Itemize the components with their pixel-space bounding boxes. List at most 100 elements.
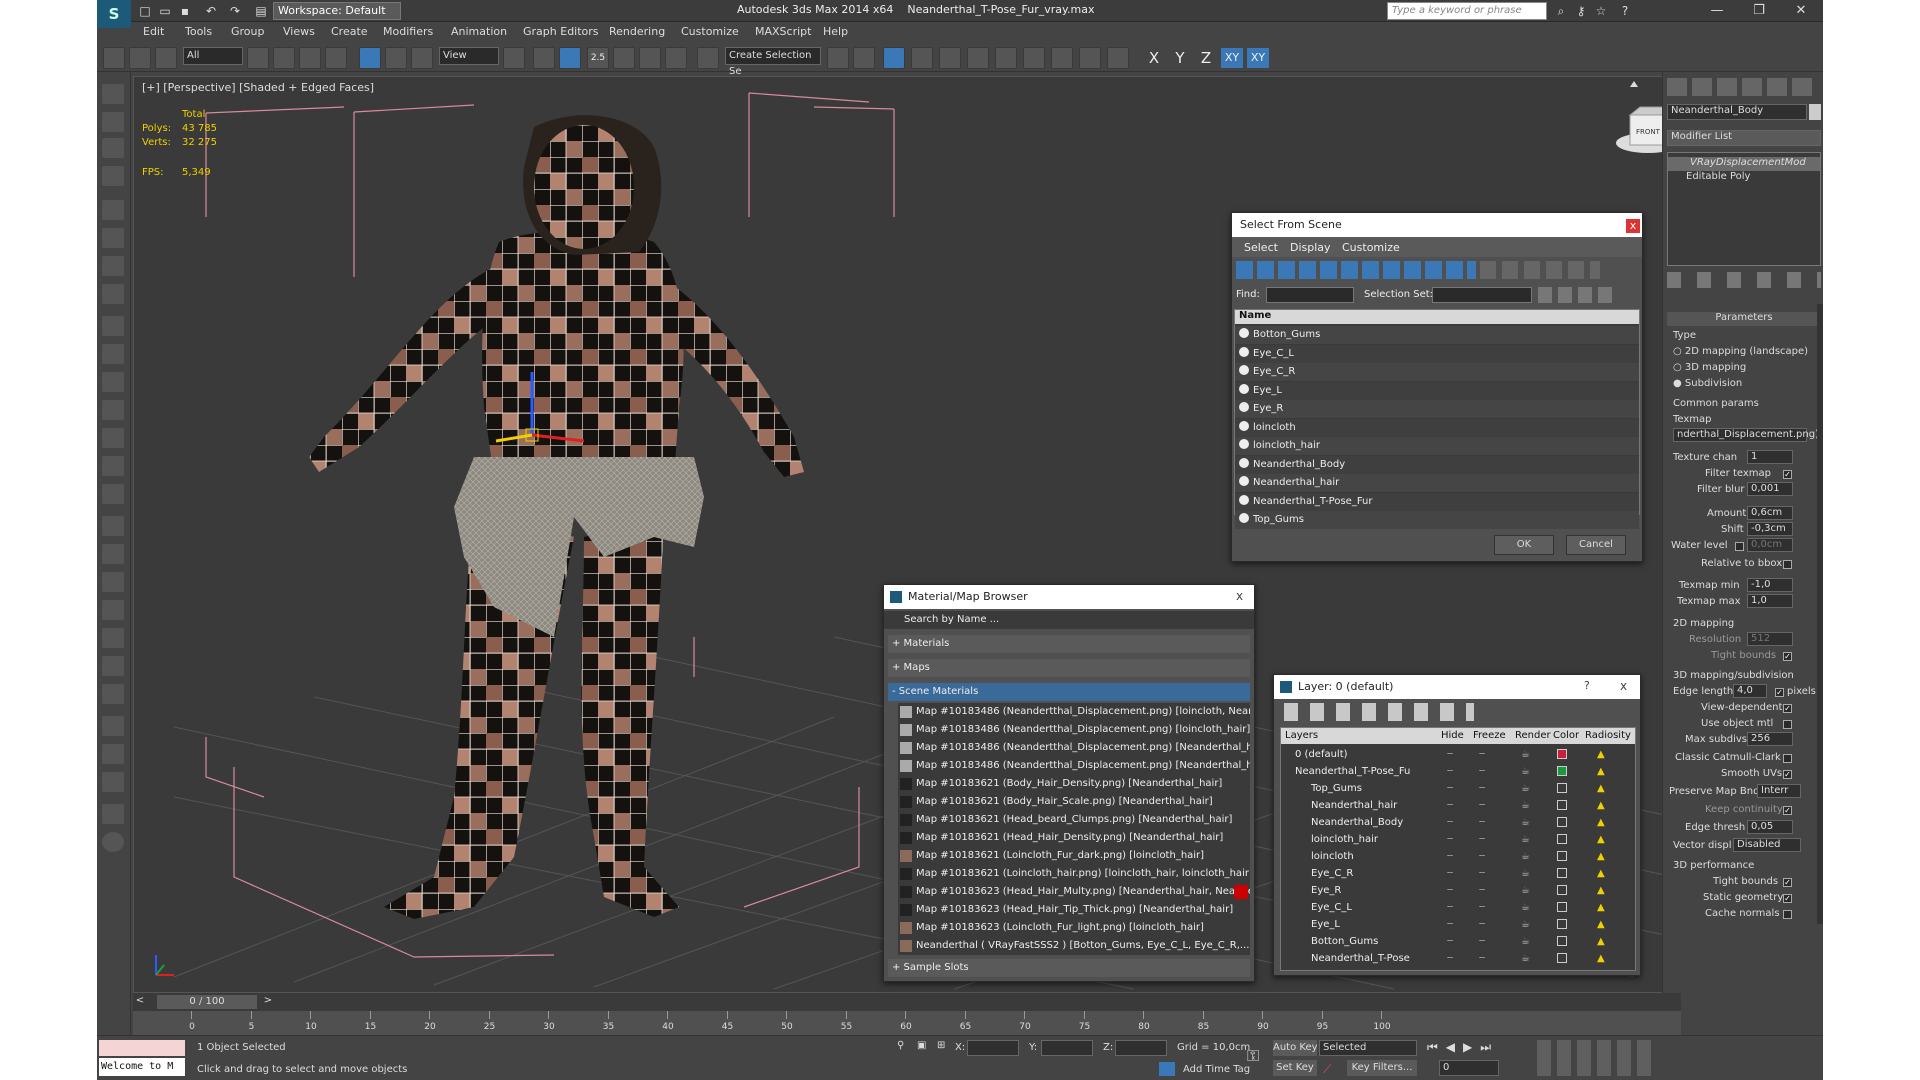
axis-x-button[interactable]: X	[1143, 48, 1165, 68]
auto-key-button[interactable]: Auto Key	[1273, 1040, 1318, 1056]
cloth-icon[interactable]	[102, 572, 124, 592]
cache-normals-checkbox[interactable]	[1783, 910, 1792, 919]
x-coordinate-input[interactable]	[967, 1040, 1019, 1056]
select-and-rotate-icon[interactable]	[385, 47, 407, 69]
hair-icon[interactable]	[102, 656, 124, 676]
layer-row[interactable]: Eye_R ┄ ┄ ☕ ▲	[1281, 882, 1635, 899]
view-dependent-checkbox[interactable]: ✓	[1783, 704, 1792, 713]
freeze-toggle-icon[interactable]: ┄	[1479, 916, 1485, 933]
radiosity-icon[interactable]: ▲	[1597, 950, 1605, 967]
edit-named-selection-icon[interactable]	[697, 47, 719, 69]
smooth-uvs-checkbox[interactable]: ✓	[1783, 770, 1792, 779]
material-item[interactable]: Map #10183623 (Head_Hair_Tip_Thick.png) …	[898, 901, 1250, 919]
ok-button[interactable]: OK	[1494, 535, 1554, 555]
cancel-button[interactable]: Cancel	[1566, 535, 1626, 555]
render-teapot-icon[interactable]: ☕	[1521, 933, 1530, 950]
new-file-icon[interactable]: □	[137, 3, 153, 19]
freeze-toggle-icon[interactable]: ┄	[1479, 882, 1485, 899]
binoculars-icon[interactable]: ⌕	[1553, 3, 1569, 19]
radiosity-icon[interactable]: ▲	[1597, 882, 1605, 899]
axis-xy-cycle-button[interactable]: XY	[1247, 48, 1269, 68]
playback-controls[interactable]: ⏮◀▶⏭	[1427, 1040, 1499, 1055]
layer-row[interactable]: loincloth_hair ┄ ┄ ☕ ▲	[1281, 831, 1635, 848]
render-teapot-icon[interactable]: ☕	[1521, 865, 1530, 882]
selection-set-buttons[interactable]	[1538, 287, 1618, 303]
layer-color-swatch[interactable]	[1557, 817, 1567, 827]
hide-toggle-icon[interactable]: ┄	[1447, 899, 1453, 916]
texmap-max-spinner[interactable]: 1,0	[1747, 594, 1793, 608]
radiosity-icon[interactable]: ▲	[1597, 780, 1605, 797]
modifier-list-dropdown[interactable]: Modifier List	[1667, 130, 1821, 146]
render-teapot-icon[interactable]: ☕	[1521, 746, 1530, 763]
time-tag-icon[interactable]	[1159, 1062, 1175, 1076]
material-item[interactable]: Map #10183486 (Neandertthal_Displacement…	[898, 739, 1250, 757]
close-button[interactable]: x	[1626, 219, 1640, 233]
teapot-icon[interactable]	[102, 400, 124, 420]
reference-coord-dropdown[interactable]: View	[439, 47, 499, 65]
script-icon[interactable]	[102, 804, 124, 824]
layer-color-swatch[interactable]	[1557, 783, 1567, 793]
layer-color-swatch[interactable]	[1557, 766, 1567, 776]
save-icon[interactable]: ▪	[177, 3, 193, 19]
radiosity-icon[interactable]: ▲	[1597, 865, 1605, 882]
helper-icon[interactable]	[102, 256, 124, 276]
layer-row[interactable]: 0 (default) ┄ ┄ ☕ ▲	[1281, 746, 1635, 763]
display-option-buttons[interactable]	[1480, 261, 1600, 279]
select-by-name-icon[interactable]	[273, 47, 295, 69]
render-production-icon[interactable]	[1107, 47, 1129, 69]
freeze-toggle-icon[interactable]: ┄	[1479, 814, 1485, 831]
type-3d-radio[interactable]: ○ 3D mapping	[1673, 362, 1746, 373]
radiosity-icon[interactable]: ▲	[1597, 746, 1605, 763]
type-subdivision-radio[interactable]: ● Subdivision	[1673, 378, 1742, 389]
texmap-button[interactable]: nderthal_Displacement.png)	[1673, 428, 1819, 442]
align-icon[interactable]	[853, 47, 875, 69]
axis-z-button[interactable]: Z	[1195, 48, 1217, 68]
resolution-spinner[interactable]: 512	[1747, 632, 1793, 646]
object-item[interactable]: Eye_L	[1235, 381, 1639, 400]
container-icon[interactable]	[102, 84, 124, 104]
hide-toggle-icon[interactable]: ┄	[1447, 916, 1453, 933]
list-icon[interactable]	[102, 138, 124, 158]
particles-icon[interactable]	[102, 516, 124, 536]
freeze-toggle-icon[interactable]: ┄	[1479, 797, 1485, 814]
render-teapot-icon[interactable]: ☕	[1521, 848, 1530, 865]
menu-display[interactable]: Display	[1290, 241, 1331, 254]
key-filters-button[interactable]: Key Filters...	[1347, 1060, 1417, 1076]
star-icon[interactable]: ☆	[1593, 3, 1609, 19]
radiosity-icon[interactable]: ▲	[1597, 763, 1605, 780]
maxscript-listener[interactable]	[99, 1040, 185, 1056]
layer-row[interactable]: Neanderthal_hair ┄ ┄ ☕ ▲	[1281, 797, 1635, 814]
map-icon[interactable]	[102, 744, 124, 764]
object-item[interactable]: loincloth	[1235, 418, 1639, 437]
brush-icon[interactable]	[102, 684, 124, 704]
amount-spinner[interactable]: 0,6cm	[1747, 506, 1793, 520]
material-item[interactable]: Map #10183621 (Body_Hair_Density.png) [N…	[898, 775, 1250, 793]
material-item[interactable]: Map #10183486 (Neandertthal_Displacement…	[898, 703, 1250, 721]
cone-icon[interactable]	[102, 428, 124, 448]
object-item[interactable]: loincloth_hair	[1235, 437, 1639, 455]
layer-manager-icon[interactable]	[911, 47, 933, 69]
keyboard-shortcut-override-icon[interactable]	[559, 47, 581, 69]
track-bar-toggle-icon[interactable]	[133, 1011, 157, 1035]
object-item[interactable]: Neanderthal_T-Pose_Fur	[1235, 492, 1639, 511]
water-level-spinner[interactable]: 0,0cm	[1747, 538, 1793, 552]
pixels-checkbox[interactable]: ✓	[1775, 688, 1784, 697]
key-icon[interactable]: ⚷	[1573, 3, 1589, 19]
menu-edit[interactable]: Edit	[143, 25, 164, 38]
hide-toggle-icon[interactable]: ┄	[1447, 848, 1453, 865]
menu-rendering[interactable]: Rendering	[609, 25, 665, 38]
max-logo-icon[interactable]: S	[97, 0, 131, 28]
project-folder-icon[interactable]: ▤	[253, 3, 269, 19]
isolate-icon[interactable]: ⚲	[897, 1040, 904, 1051]
menu-tools[interactable]: Tools	[185, 25, 212, 38]
stack-tool-buttons[interactable]	[1667, 272, 1821, 288]
current-frame-input[interactable]: 0	[1439, 1060, 1499, 1076]
freeze-toggle-icon[interactable]: ┄	[1479, 763, 1485, 780]
maxscript-mini-listener[interactable]: Welcome to M	[99, 1058, 185, 1076]
snaps-toggle-icon[interactable]: 2.5	[587, 47, 609, 69]
maximize-button[interactable]: ❐	[1739, 0, 1779, 22]
material-item[interactable]: Map #10183486 (Neandertthal_Displacement…	[898, 721, 1250, 739]
material-item[interactable]: Map #10183621 (Loincloth_Fur_dark.png) […	[898, 847, 1250, 865]
curve-editor-icon[interactable]	[967, 47, 989, 69]
material-item[interactable]: Map #10183621 (Head_beard_Clumps.png) [N…	[898, 811, 1250, 829]
